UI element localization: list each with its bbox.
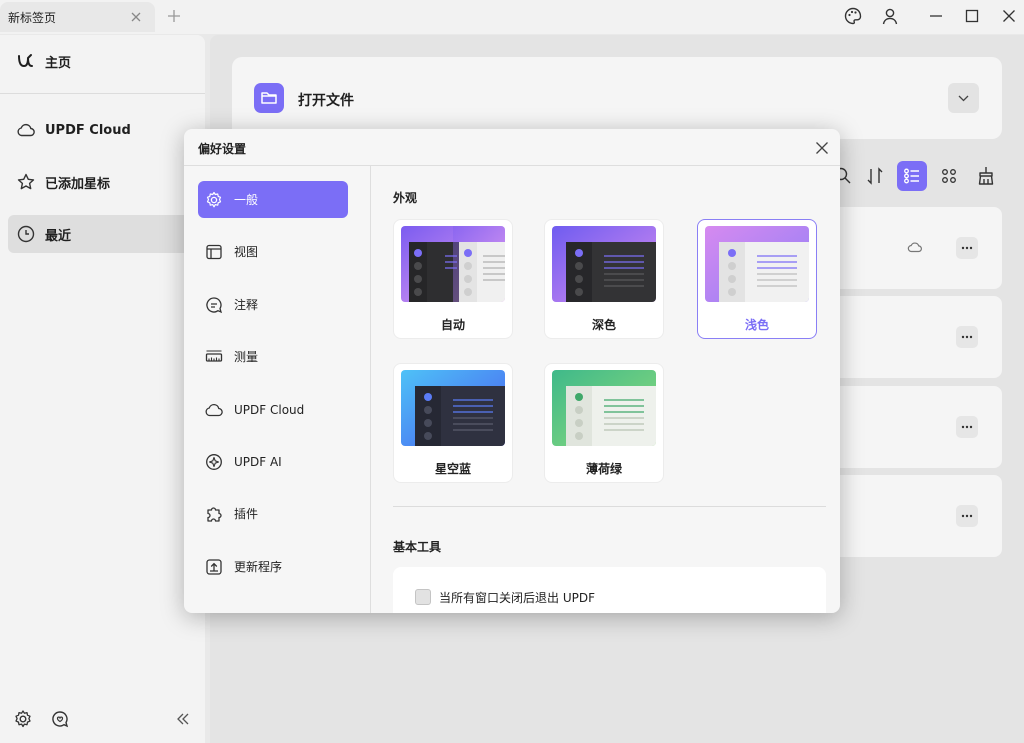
folder-icon	[254, 83, 284, 113]
minimize-icon[interactable]	[926, 6, 946, 26]
basic-tools-card: 当所有窗口关闭后退出 UPDF	[393, 567, 826, 613]
sidebar-item-label: 已添加星标	[45, 176, 111, 192]
cloud-icon	[907, 239, 923, 255]
exit-on-close-checkbox[interactable]	[415, 589, 431, 605]
theme-preview-green	[552, 370, 656, 446]
nav-item-label: 注释	[234, 298, 259, 312]
sidebar-divider	[0, 93, 205, 94]
cloud-icon	[16, 120, 36, 140]
more-icon[interactable]	[956, 237, 978, 259]
sort-icon[interactable]	[860, 161, 890, 191]
sidebar-item-label: 主页	[45, 55, 72, 71]
sidebar-item-home[interactable]: 主页	[8, 42, 200, 80]
settings-icon[interactable]	[13, 709, 33, 729]
theme-label: 深色	[591, 318, 616, 332]
ai-icon	[204, 452, 224, 472]
sidebar-item-label: 最近	[45, 228, 72, 244]
basic-tools-title: 基本工具	[393, 540, 442, 554]
update-icon	[204, 557, 224, 577]
theme-card-auto[interactable]: 自动	[393, 219, 513, 339]
nav-item-label: 测量	[234, 350, 259, 364]
theme-card-light[interactable]: 浅色	[697, 219, 817, 339]
collapse-icon[interactable]	[173, 709, 193, 729]
dialog-nav-divider	[370, 166, 371, 613]
view-icon	[204, 242, 224, 262]
close-window-icon[interactable]	[999, 6, 1019, 26]
star-icon	[16, 172, 36, 192]
maximize-icon[interactable]	[962, 6, 982, 26]
user-icon[interactable]	[880, 6, 900, 26]
nav-item-label: 更新程序	[234, 560, 283, 574]
palette-icon[interactable]	[843, 6, 863, 26]
nav-item-ai[interactable]: UPDF AI	[198, 443, 348, 480]
grid-view-icon[interactable]	[934, 161, 964, 191]
ruler-icon	[204, 347, 224, 367]
exit-on-close-label[interactable]: 当所有窗口关闭后退出 UPDF	[439, 589, 595, 606]
nav-item-update[interactable]: 更新程序	[198, 548, 348, 585]
sidebar-item-starred[interactable]: 已添加星标	[8, 163, 200, 201]
dialog-title: 偏好设置	[198, 142, 247, 156]
nav-item-comment[interactable]: 注释	[198, 286, 348, 323]
nav-item-label: 一般	[234, 193, 259, 207]
gear-icon	[204, 190, 224, 210]
nav-item-plugin[interactable]: 插件	[198, 495, 348, 532]
sidebar: 主页 UPDF Cloud 已添加星标 最近	[0, 35, 205, 743]
list-view-icon[interactable]	[897, 161, 927, 191]
nav-item-label: UPDF Cloud	[234, 402, 305, 417]
title-bar: 新标签页	[0, 0, 1024, 34]
chevron-down-icon[interactable]	[948, 83, 979, 113]
preferences-dialog: 偏好设置 一般 视图 注释 测量 UPDF Cloud UPDF AI 插件 更…	[184, 129, 840, 613]
plus-icon[interactable]	[166, 8, 182, 24]
more-icon[interactable]	[956, 416, 978, 438]
plugin-icon	[204, 504, 224, 524]
tab-new-tab[interactable]: 新标签页	[0, 2, 155, 32]
close-icon[interactable]	[128, 9, 144, 25]
updf-logo-icon	[16, 51, 36, 71]
comment-icon	[204, 295, 224, 315]
nav-item-label: 插件	[234, 507, 259, 521]
more-icon[interactable]	[956, 326, 978, 348]
open-file-card[interactable]: 打开文件	[232, 57, 1002, 139]
theme-preview-dark	[552, 226, 656, 302]
theme-label: 星空蓝	[434, 462, 471, 476]
cloud-icon	[204, 400, 224, 420]
dialog-header-divider	[184, 165, 840, 166]
more-icon[interactable]	[956, 505, 978, 527]
tab-title: 新标签页	[8, 10, 57, 25]
nav-item-label: UPDF AI	[234, 454, 282, 469]
clean-icon[interactable]	[971, 161, 1001, 191]
close-icon[interactable]	[813, 139, 831, 157]
theme-label: 浅色	[744, 318, 769, 332]
theme-preview-light	[705, 226, 809, 302]
nav-item-view[interactable]: 视图	[198, 233, 348, 270]
clock-icon	[16, 224, 36, 244]
theme-card-blue[interactable]: 星空蓝	[393, 363, 513, 483]
section-divider	[393, 506, 826, 507]
nav-item-label: 视图	[234, 245, 259, 259]
nav-item-measure[interactable]: 测量	[198, 338, 348, 375]
theme-label: 薄荷绿	[585, 462, 622, 476]
sidebar-item-recent[interactable]: 最近	[8, 215, 200, 253]
open-file-label: 打开文件	[298, 93, 354, 109]
feedback-icon[interactable]	[50, 709, 70, 729]
nav-item-general[interactable]: 一般	[198, 181, 348, 218]
sidebar-item-cloud[interactable]: UPDF Cloud	[8, 111, 200, 149]
nav-item-cloud[interactable]: UPDF Cloud	[198, 391, 348, 428]
theme-preview-auto	[401, 226, 505, 302]
theme-preview-blue	[401, 370, 505, 446]
theme-label: 自动	[440, 318, 465, 332]
theme-card-green[interactable]: 薄荷绿	[544, 363, 664, 483]
sidebar-item-label: UPDF Cloud	[45, 122, 131, 138]
theme-card-dark[interactable]: 深色	[544, 219, 664, 339]
appearance-title: 外观	[393, 191, 418, 205]
